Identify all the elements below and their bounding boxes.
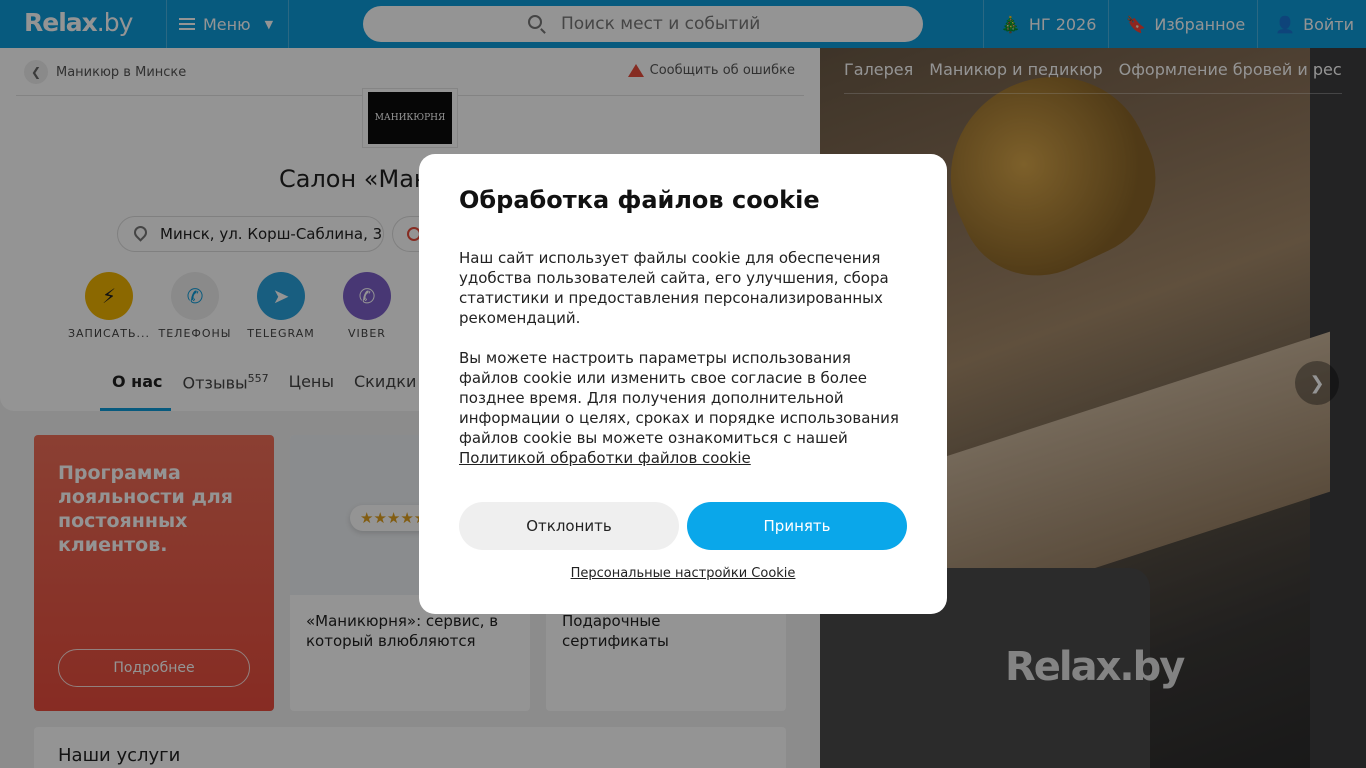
cookie-text-2: Вы можете настроить параметры использова… — [459, 349, 899, 467]
cookie-text: Наш сайт использует файлы cookie для обе… — [459, 249, 889, 327]
accept-button[interactable]: Принять — [687, 502, 907, 550]
personal-settings-link[interactable]: Персональные настройки Cookie — [459, 566, 907, 581]
cookie-buttons: Отклонить Принять — [459, 502, 907, 550]
cookie-modal: Обработка файлов cookie Наш сайт использ… — [419, 154, 947, 614]
cookie-title: Обработка файлов cookie — [459, 186, 820, 214]
policy-link[interactable]: Политикой обработки файлов cookie — [459, 449, 751, 467]
decline-button[interactable]: Отклонить — [459, 502, 679, 550]
